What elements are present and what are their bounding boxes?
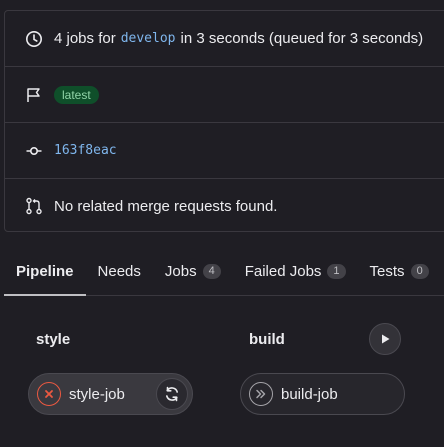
pipeline-tabs: Pipeline Needs Jobs 4 Failed Jobs 1 Test… bbox=[4, 248, 444, 296]
flag-icon bbox=[24, 85, 44, 105]
tab-pipeline[interactable]: Pipeline bbox=[4, 248, 86, 296]
tab-jobs[interactable]: Jobs 4 bbox=[153, 248, 233, 295]
latest-badge: latest bbox=[54, 85, 99, 104]
stage-title-style: style bbox=[36, 331, 71, 348]
retry-job-button[interactable] bbox=[156, 378, 188, 410]
tab-needs-label: Needs bbox=[97, 263, 141, 280]
tab-failed-jobs-label: Failed Jobs bbox=[244, 263, 322, 280]
commit-row: 163f8eac bbox=[5, 122, 444, 178]
job-style-job[interactable]: style-job bbox=[28, 373, 193, 415]
job-build-job[interactable]: build-job bbox=[240, 373, 405, 415]
job-name: build-job bbox=[281, 385, 338, 403]
tab-failed-jobs[interactable]: Failed Jobs 1 bbox=[233, 248, 358, 295]
merge-requests-row: No related merge requests found. bbox=[5, 178, 444, 233]
stage-title-build: build bbox=[249, 331, 285, 348]
retry-icon bbox=[163, 385, 181, 403]
status-failed-icon bbox=[37, 382, 61, 406]
commit-sha-link[interactable]: 163f8eac bbox=[54, 143, 117, 158]
tab-needs[interactable]: Needs bbox=[86, 248, 153, 295]
no-merge-requests-text: No related merge requests found. bbox=[54, 197, 278, 215]
branch-link[interactable]: develop bbox=[121, 31, 176, 46]
duration-text: in 3 seconds (queued for 3 seconds) bbox=[180, 30, 424, 47]
job-name: style-job bbox=[69, 385, 125, 403]
status-skipped-icon bbox=[249, 382, 273, 406]
tab-tests[interactable]: Tests 0 bbox=[358, 248, 441, 295]
duration-row: 4 jobs for develop in 3 seconds (queued … bbox=[5, 11, 444, 66]
tab-tests-label: Tests bbox=[369, 263, 405, 280]
jobs-count-text: 4 jobs for bbox=[54, 30, 116, 47]
tab-pipeline-label: Pipeline bbox=[16, 263, 74, 280]
merge-request-icon bbox=[24, 196, 44, 216]
jobs-count-badge: 4 bbox=[202, 264, 221, 279]
clock-icon bbox=[24, 29, 44, 49]
play-icon bbox=[379, 333, 391, 345]
commit-icon bbox=[24, 141, 44, 161]
tab-jobs-label: Jobs bbox=[164, 263, 197, 280]
failed-jobs-count-badge: 1 bbox=[327, 264, 346, 279]
play-stage-button[interactable] bbox=[369, 323, 401, 355]
pipeline-info-card: 4 jobs for develop in 3 seconds (queued … bbox=[4, 10, 444, 232]
tests-count-badge: 0 bbox=[410, 264, 429, 279]
tag-row: latest bbox=[5, 66, 444, 122]
